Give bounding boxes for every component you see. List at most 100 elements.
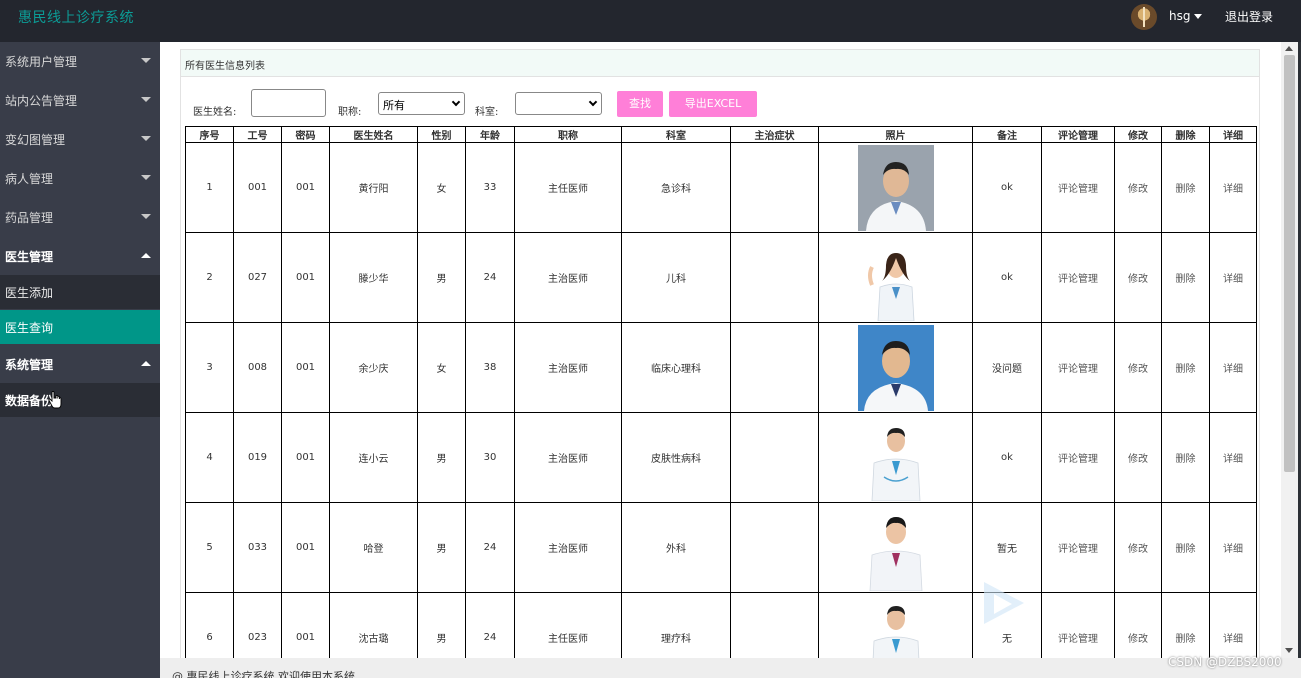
comment-manage-link[interactable]: 评论管理 [1041, 232, 1115, 323]
search-button[interactable]: 查找 [617, 91, 663, 117]
detail-link[interactable]: 详细 [1209, 322, 1257, 413]
cell-password: 001 [281, 412, 330, 503]
app-title: 惠民线上诊疗系统 [18, 10, 134, 26]
detail-link[interactable]: 详细 [1209, 592, 1257, 658]
title-select[interactable]: 所有 [378, 92, 465, 115]
comment-manage-link[interactable]: 评论管理 [1041, 592, 1115, 658]
edit-link[interactable]: 修改 [1114, 502, 1162, 593]
cell-password: 001 [281, 592, 330, 658]
cell-title: 主治医师 [514, 412, 622, 503]
footer-text: @ 惠民线上诊疗系统 欢迎使用本系统 [172, 670, 355, 678]
column-header: 年龄 [465, 126, 515, 143]
export-excel-button[interactable]: 导出EXCEL [669, 91, 757, 117]
cell-note: 没问题 [972, 322, 1042, 413]
sidebar-item-label: 医生管理 [5, 250, 54, 264]
cell-department: 儿科 [621, 232, 731, 323]
cell-title: 主治医师 [514, 232, 622, 323]
sidebar-item-carousel[interactable]: 变幻图管理 [0, 120, 160, 158]
cell-title: 主治医师 [514, 502, 622, 593]
delete-link[interactable]: 删除 [1161, 232, 1210, 323]
sidebar-subitem-label: 医生添加 [5, 286, 54, 300]
detail-link[interactable]: 详细 [1209, 412, 1257, 503]
logout-link[interactable]: 退出登录 [1225, 8, 1273, 25]
scroll-down-icon[interactable] [1285, 648, 1293, 653]
column-header: 性别 [417, 126, 466, 143]
table-row: 2 027 001 滕少华 男 24 主治医师 儿科 ok 评论管理 修改 删除… [185, 232, 1257, 323]
cell-symptom [730, 502, 819, 593]
doctor-photo [857, 504, 934, 591]
cell-no: 6 [185, 592, 234, 658]
cell-note: ok [972, 412, 1042, 503]
cell-id: 023 [233, 592, 282, 658]
cell-symptom [730, 232, 819, 323]
chevron-down-icon[interactable] [1194, 14, 1202, 19]
sidebar-item-doctors[interactable]: 医生管理 [0, 237, 160, 275]
cell-photo [818, 232, 973, 323]
detail-link[interactable]: 详细 [1209, 142, 1257, 233]
cell-note: ok [972, 142, 1042, 233]
cell-no: 1 [185, 142, 234, 233]
sidebar-item-announcements[interactable]: 站内公告管理 [0, 81, 160, 119]
comment-manage-link[interactable]: 评论管理 [1041, 142, 1115, 233]
chevron-up-icon [141, 253, 151, 258]
cell-title: 主治医师 [514, 322, 622, 413]
department-label: 科室: [475, 107, 499, 118]
edit-link[interactable]: 修改 [1114, 322, 1162, 413]
delete-link[interactable]: 删除 [1161, 142, 1210, 233]
detail-link[interactable]: 详细 [1209, 232, 1257, 323]
edit-link[interactable]: 修改 [1114, 142, 1162, 233]
scroll-up-icon[interactable] [1285, 46, 1293, 51]
sidebar-item-patients[interactable]: 病人管理 [0, 159, 160, 197]
comment-manage-link[interactable]: 评论管理 [1041, 412, 1115, 503]
edit-link[interactable]: 修改 [1114, 592, 1162, 658]
doctor-list-panel: 所有医生信息列表 医生姓名: 职称: 所有 科室: 查找 导出EXCEL 序号 … [180, 49, 1260, 658]
cell-symptom [730, 142, 819, 233]
doctor-name-input[interactable] [251, 89, 326, 117]
watermark: CSDN @DZBS2000 [1168, 655, 1282, 669]
delete-link[interactable]: 删除 [1161, 502, 1210, 593]
detail-link[interactable]: 详细 [1209, 502, 1257, 593]
sidebar-subitem-data-backup[interactable]: 数据备份 [0, 383, 160, 417]
sidebar-subitem-doctor-add[interactable]: 医生添加 [0, 275, 160, 309]
chevron-down-icon [141, 214, 151, 219]
title-select-value: 所有 [383, 99, 405, 112]
cell-name: 滕少华 [329, 232, 418, 323]
delete-link[interactable]: 删除 [1161, 592, 1210, 658]
doctor-photo [857, 144, 934, 231]
cell-photo [818, 592, 973, 658]
comment-manage-link[interactable]: 评论管理 [1041, 502, 1115, 593]
edit-link[interactable]: 修改 [1114, 232, 1162, 323]
cell-photo [818, 412, 973, 503]
cell-symptom [730, 592, 819, 658]
cell-note: ok [972, 232, 1042, 323]
cell-name: 余少庆 [329, 322, 418, 413]
avatar[interactable] [1131, 4, 1157, 30]
column-header: 删除 [1161, 126, 1210, 143]
sidebar-subitem-doctor-query[interactable]: 医生查询 [0, 310, 160, 344]
cell-name: 沈古璐 [329, 592, 418, 658]
user-menu-name[interactable]: hsg [1169, 9, 1190, 23]
sidebar-subitem-label: 医生查询 [5, 321, 54, 335]
column-header: 密码 [281, 126, 330, 143]
cell-gender: 男 [417, 502, 466, 593]
vertical-scrollbar[interactable] [1281, 42, 1298, 658]
video-play-logo-icon [984, 582, 1024, 624]
top-bar: 惠民线上诊疗系统 hsg 退出登录 [0, 0, 1301, 42]
column-header: 主治症状 [730, 126, 819, 143]
comment-manage-link[interactable]: 评论管理 [1041, 322, 1115, 413]
edit-link[interactable]: 修改 [1114, 412, 1162, 503]
cell-photo [818, 142, 973, 233]
scrollbar-thumb[interactable] [1284, 55, 1295, 472]
department-select[interactable] [515, 92, 602, 115]
sidebar-item-system[interactable]: 系统管理 [0, 345, 160, 383]
cell-name: 哈登 [329, 502, 418, 593]
cell-password: 001 [281, 322, 330, 413]
sidebar-item-system-users[interactable]: 系统用户管理 [0, 42, 160, 80]
cell-name: 连小云 [329, 412, 418, 503]
sidebar-item-label: 药品管理 [5, 211, 54, 225]
table-row: 5 033 001 哈登 男 24 主治医师 外科 暂无 评论管理 修改 删除 … [185, 502, 1257, 593]
delete-link[interactable]: 删除 [1161, 412, 1210, 503]
delete-link[interactable]: 删除 [1161, 322, 1210, 413]
sidebar-item-medicine[interactable]: 药品管理 [0, 198, 160, 236]
chevron-down-icon [141, 58, 151, 63]
